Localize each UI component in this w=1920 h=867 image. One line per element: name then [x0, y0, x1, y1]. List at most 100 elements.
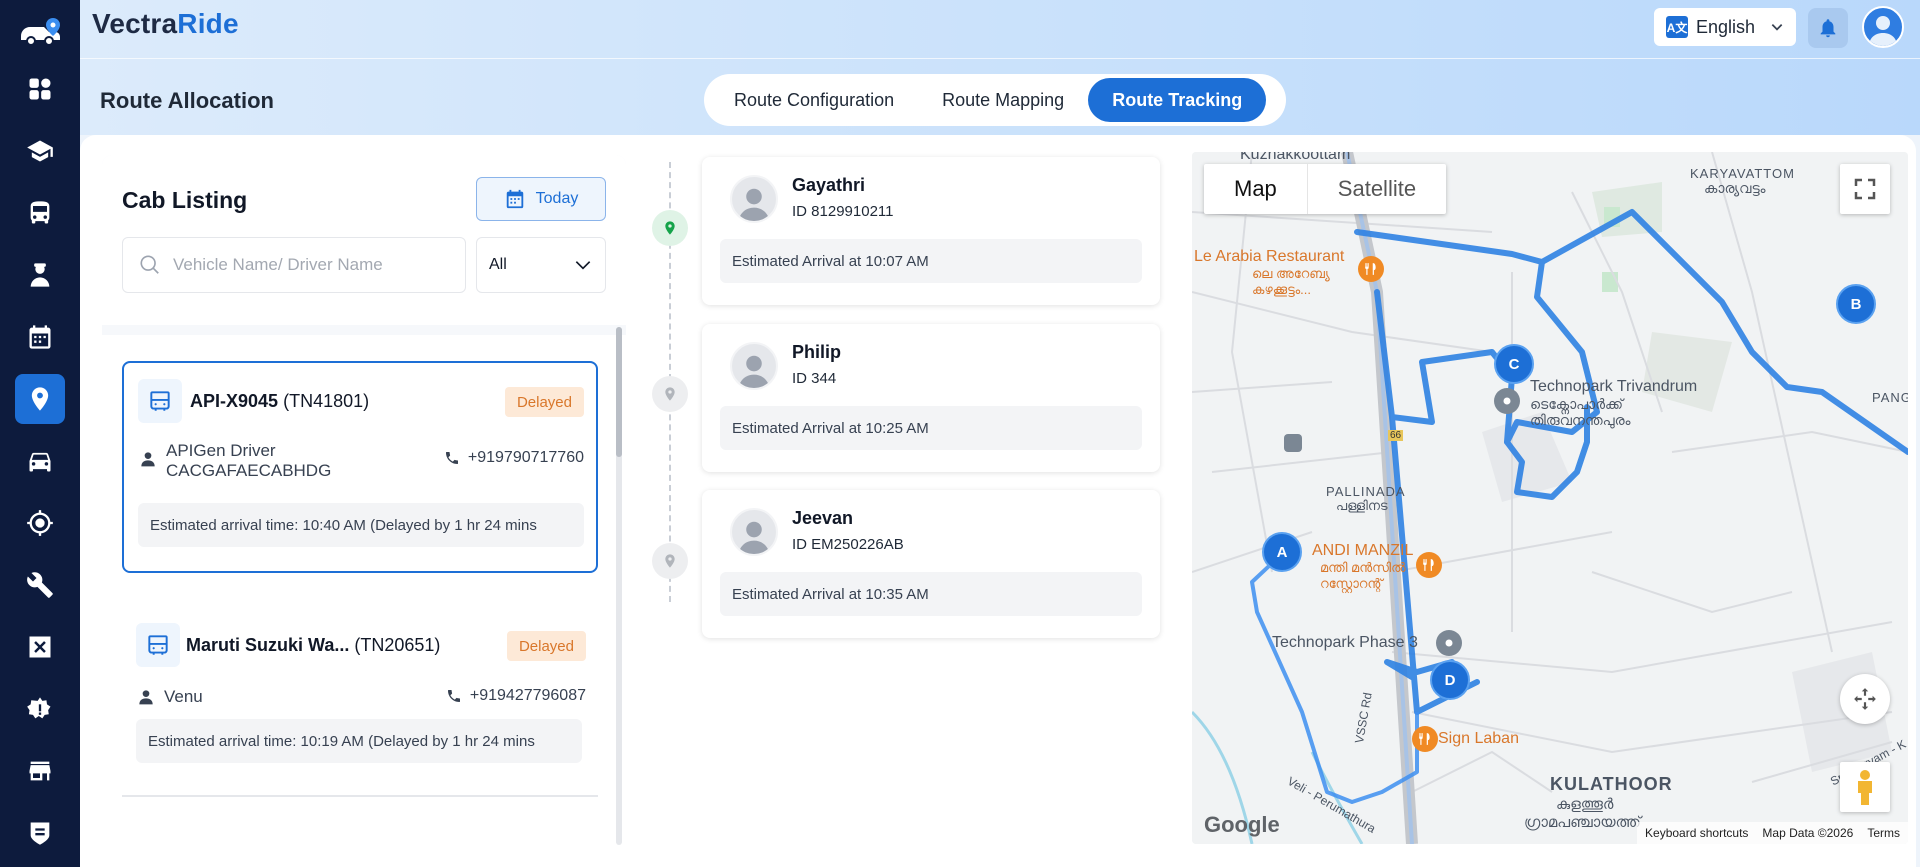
- sidebar-item-drivers[interactable]: [15, 250, 65, 300]
- route-marker-d[interactable]: D: [1430, 660, 1470, 700]
- scrollbar-thumb[interactable]: [616, 327, 622, 457]
- brand-name-part2: Ride: [177, 8, 239, 39]
- phone-number: +919427796087: [469, 687, 586, 704]
- cab-eta: Estimated arrival time: 10:19 AM (Delaye…: [136, 719, 582, 763]
- map-label-technopark: Technopark Trivandrum: [1530, 378, 1698, 395]
- driver-icon: [30, 263, 50, 287]
- phone-number: +919790717760: [467, 449, 584, 466]
- sidebar-item-compliance[interactable]: [15, 808, 65, 858]
- route-marker-b[interactable]: B: [1836, 284, 1876, 324]
- timeline-stop-pending: [652, 376, 688, 412]
- vehicle-number: Maruti Suzuki Wa...: [186, 635, 350, 655]
- tab-route-configuration[interactable]: Route Configuration: [710, 78, 918, 122]
- phone-icon: [445, 452, 458, 464]
- restaurant-icon[interactable]: [1358, 256, 1384, 282]
- vehicle-number: API-X9045: [190, 391, 279, 411]
- app-logo-icon[interactable]: [16, 12, 64, 52]
- cab-card[interactable]: API-X9045 (TN41801) Delayed APIGen Drive…: [122, 361, 598, 573]
- keyboard-shortcuts-link[interactable]: Keyboard shortcuts: [1645, 826, 1748, 840]
- sidebar-item-alerts[interactable]: [15, 684, 65, 734]
- passenger-name: Philip: [792, 342, 841, 362]
- restaurant-icon[interactable]: [1412, 726, 1438, 752]
- sidebar-item-buses[interactable]: [15, 188, 65, 238]
- shield-icon: [30, 822, 50, 845]
- map-label-highway-number: 66: [1388, 430, 1404, 441]
- cab-listing-panel: Cab Listing Today All API-X9045 (TN41801…: [102, 155, 626, 845]
- place-pin-icon[interactable]: [1494, 388, 1520, 414]
- passenger-card[interactable]: Jeevan ID EM250226AB Estimated Arrival a…: [702, 490, 1160, 638]
- route-marker-a[interactable]: A: [1262, 532, 1302, 572]
- notification-bell-button[interactable]: [1808, 8, 1848, 48]
- driver-name: Venu: [164, 687, 203, 706]
- status-filter-select[interactable]: All: [476, 237, 606, 293]
- train-station-icon[interactable]: [1284, 434, 1302, 452]
- sidebar-item-schedule[interactable]: [15, 312, 65, 362]
- cab-list-scrollbar[interactable]: [616, 327, 622, 845]
- sidebar-item-training[interactable]: [15, 126, 65, 176]
- sidebar-item-maintenance[interactable]: [15, 560, 65, 610]
- tab-route-mapping[interactable]: Route Mapping: [918, 78, 1088, 122]
- passenger-eta: Estimated Arrival at 10:07 AM: [720, 239, 1142, 283]
- vehicle-code: (TN41801): [283, 391, 370, 411]
- map-label-karyavattom: KARYAVATTOM: [1690, 166, 1795, 181]
- crosshair-icon: [27, 510, 53, 536]
- language-select[interactable]: A文 English: [1654, 8, 1796, 46]
- store-icon: [29, 761, 51, 781]
- bus-icon-wrapper: [138, 379, 182, 423]
- bus-icon: [150, 391, 170, 411]
- sidebar-item-tracking[interactable]: [15, 498, 65, 548]
- map-label-kulathoor-ml-2: ഗ്രാമപഞ്ചായത്ത്: [1524, 814, 1641, 831]
- map-type-map[interactable]: Map: [1204, 164, 1308, 214]
- route-tabs: Route Configuration Route Mapping Route …: [704, 74, 1286, 126]
- passenger-avatar: [730, 508, 778, 556]
- map-label-restaurant-ml-1: ലെ അറേബ്യ: [1252, 266, 1330, 281]
- calendar-icon: [29, 325, 51, 349]
- driver-phone[interactable]: +919790717760: [444, 449, 584, 467]
- vehicle-name: Maruti Suzuki Wa... (TN20651): [186, 635, 440, 656]
- passenger-card[interactable]: Gayathri ID 8129910211 Estimated Arrival…: [702, 157, 1160, 305]
- cab-card[interactable]: Maruti Suzuki Wa... (TN20651) Delayed Ve…: [122, 607, 598, 777]
- pegman-icon: [1858, 770, 1872, 805]
- sidebar-item-dashboard[interactable]: [15, 64, 65, 114]
- bus-icon-wrapper: [136, 623, 180, 667]
- map-label-technopark-ml-1: ടെക്നോപാർക്ക്: [1530, 396, 1624, 412]
- sidebar-item-route[interactable]: [15, 374, 65, 424]
- fullscreen-button[interactable]: [1840, 164, 1890, 214]
- filter-value: All: [489, 256, 507, 273]
- close-box-icon: [29, 636, 51, 658]
- passenger-eta: Estimated Arrival at 10:25 AM: [720, 406, 1142, 450]
- terms-link[interactable]: Terms: [1867, 826, 1900, 840]
- map-pan-button[interactable]: [1840, 674, 1890, 724]
- user-avatar-icon: [1869, 16, 1897, 46]
- passenger-avatar: [730, 342, 778, 390]
- street-view-pegman[interactable]: [1840, 762, 1890, 812]
- cab-eta: Estimated arrival time: 10:40 AM (Delaye…: [138, 503, 584, 547]
- timeline-stop-reached: [652, 210, 688, 246]
- tab-route-tracking[interactable]: Route Tracking: [1088, 78, 1267, 122]
- place-pin-icon[interactable]: [1436, 630, 1462, 656]
- person-icon: [141, 452, 155, 467]
- route-marker-c[interactable]: C: [1494, 344, 1534, 384]
- driver-info: Venu: [138, 687, 203, 707]
- map-label-phase3: Technopark Phase 3: [1272, 634, 1418, 651]
- move-arrows-icon: [1854, 688, 1876, 710]
- today-date-button[interactable]: Today: [476, 177, 606, 221]
- search-input[interactable]: [173, 255, 433, 275]
- sidebar-item-cabs[interactable]: [15, 436, 65, 486]
- status-badge: Delayed: [506, 631, 586, 661]
- route-map[interactable]: Map Satellite Kuzhakkoottam KARYAVATTOM …: [1192, 152, 1908, 844]
- timeline-stop-pending: [652, 543, 688, 579]
- driver-phone[interactable]: +919427796087: [446, 687, 586, 705]
- restaurant-icon[interactable]: [1416, 552, 1442, 578]
- location-pin-icon: [665, 387, 675, 401]
- passenger-card[interactable]: Philip ID 344 Estimated Arrival at 10:25…: [702, 324, 1160, 472]
- sidebar-item-vendors[interactable]: [15, 746, 65, 796]
- brand-logo-text[interactable]: VectraRide: [92, 8, 239, 40]
- map-type-satellite[interactable]: Satellite: [1308, 164, 1446, 214]
- map-label-restaurant-mandi: ANDI MANZIL: [1312, 542, 1414, 559]
- map-label-mandi-ml-2: റസ്റ്റോറന്റ്: [1320, 576, 1383, 591]
- page-title: Route Allocation: [100, 88, 274, 113]
- location-pin-icon: [665, 221, 675, 235]
- user-avatar[interactable]: [1862, 6, 1904, 48]
- sidebar-item-cancellations[interactable]: [15, 622, 65, 672]
